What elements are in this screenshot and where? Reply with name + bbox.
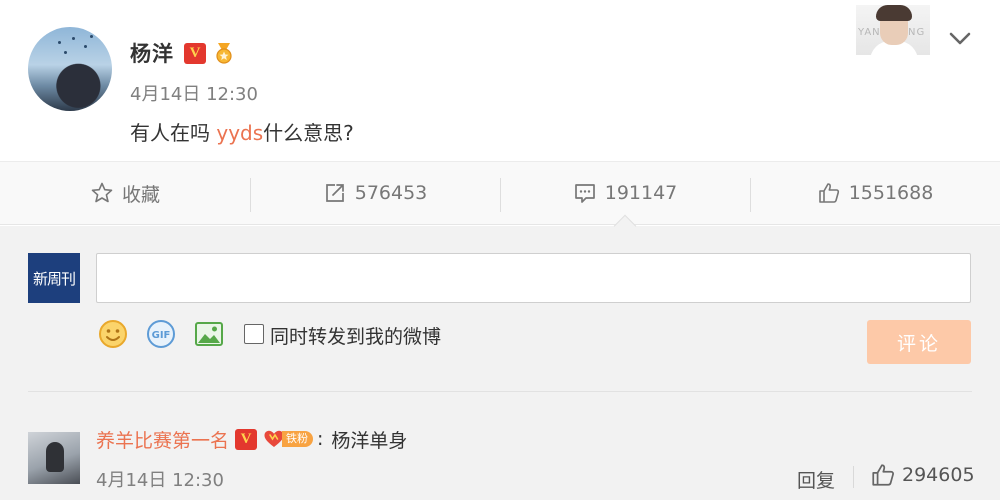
comment-like-button[interactable]: 294605	[870, 462, 975, 488]
post-text-before: 有人在吗	[130, 121, 217, 145]
comment-like-count: 294605	[902, 464, 975, 486]
thumb-text-left: YAN	[858, 27, 881, 38]
current-user-avatar[interactable]: 新周刊	[28, 253, 80, 303]
author-row: 杨洋 V	[130, 38, 236, 68]
comment-composer: 新周刊 GIF 同时转发到我的微博 评论	[0, 226, 1000, 392]
comment-item: 养羊比赛第一名 V 铁粉 : 杨洋单身 4月14日 12:30 回复 29460…	[0, 392, 1000, 500]
submit-comment-button[interactable]: 评论	[867, 320, 971, 364]
post-action-bar: 收藏 576453 191147 1551688	[0, 161, 1000, 225]
svg-text:GIF: GIF	[152, 330, 171, 341]
emoji-icon[interactable]	[97, 318, 129, 350]
commenter-avatar[interactable]	[28, 432, 80, 484]
comment-count: 191147	[604, 182, 678, 204]
commenter-name[interactable]: 养羊比赛第一名	[96, 426, 229, 453]
comment-time: 4月14日 12:30	[96, 470, 224, 491]
fan-badge: 铁粉	[263, 429, 314, 449]
divider	[853, 466, 854, 488]
weibo-post: 杨洋 V 4月14日 12:30 有人在吗 yyds什么意思? YAN NG	[0, 0, 1000, 160]
repost-checkbox[interactable]	[244, 324, 264, 344]
post-time[interactable]: 4月14日 12:30	[130, 80, 258, 106]
verified-badge: V	[184, 42, 206, 64]
repost-checkbox-label[interactable]: 同时转发到我的微博	[270, 322, 441, 349]
like-button[interactable]: 1551688	[750, 162, 1000, 224]
verified-badge: V	[235, 428, 258, 450]
image-icon[interactable]	[193, 318, 225, 350]
comment-input[interactable]	[96, 253, 971, 303]
post-text: 有人在吗 yyds什么意思?	[130, 117, 354, 146]
author-avatar[interactable]	[28, 27, 112, 111]
share-icon	[325, 184, 344, 202]
favorite-button[interactable]: 收藏	[0, 162, 250, 224]
repost-count: 576453	[354, 182, 428, 204]
author-name[interactable]: 杨洋	[130, 38, 174, 68]
thumbs-up-icon	[818, 183, 839, 203]
like-count: 1551688	[848, 182, 934, 204]
chevron-down-icon[interactable]	[946, 24, 974, 52]
thumb-text-right: NG	[908, 27, 926, 38]
comment-text: 杨洋单身	[331, 429, 408, 452]
comment-line: 养羊比赛第一名 V 铁粉 : 杨洋单身	[96, 426, 407, 452]
corner-thumbnail: YAN NG	[856, 5, 930, 55]
post-keyword-link[interactable]: yyds	[216, 121, 263, 145]
star-icon	[91, 182, 113, 203]
medal-icon	[216, 43, 232, 64]
fan-badge-label: 铁粉	[282, 431, 314, 447]
post-text-after: 什么意思?	[263, 121, 354, 145]
thumbs-up-icon	[872, 464, 894, 486]
gif-icon[interactable]: GIF	[145, 318, 177, 350]
comment-colon: :	[317, 428, 324, 450]
favorite-label: 收藏	[121, 183, 160, 206]
repost-button[interactable]: 576453	[250, 162, 500, 224]
reply-button[interactable]: 回复	[797, 466, 835, 493]
comment-icon	[574, 184, 595, 203]
